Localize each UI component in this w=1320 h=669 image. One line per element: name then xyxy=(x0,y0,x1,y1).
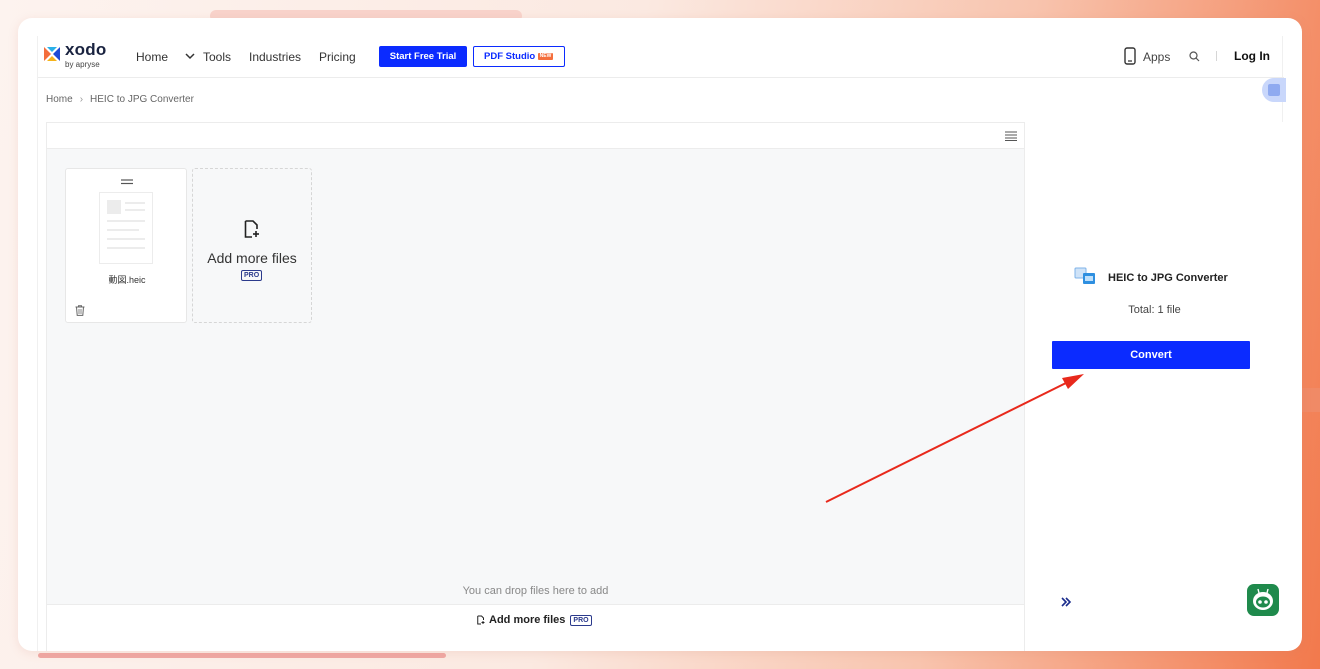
add-file-icon xyxy=(244,220,259,238)
converter-panel: HEIC to JPG Converter Total: 1 file Conv… xyxy=(1025,122,1284,651)
file-workspace[interactable]: 動図.heic Add more files PRO You can drop … xyxy=(46,122,1025,651)
xodo-logo[interactable]: xodo by apryse xyxy=(42,40,112,70)
trash-icon[interactable] xyxy=(75,305,85,316)
add-file-icon xyxy=(477,615,485,625)
pdf-studio-button[interactable]: PDF Studio NEW xyxy=(473,46,565,67)
converter-icon xyxy=(1074,267,1095,284)
search-icon[interactable] xyxy=(1189,51,1200,62)
background-bar xyxy=(38,653,446,658)
convert-button[interactable]: Convert xyxy=(1052,341,1250,369)
logo-wordmark: xodo xyxy=(65,40,107,59)
browser-window: xodo by apryse Home Tools Industries Pri… xyxy=(18,18,1302,651)
file-card[interactable]: 動図.heic xyxy=(65,168,187,323)
nav-industries[interactable]: Industries xyxy=(249,50,301,64)
drop-hint: You can drop files here to add xyxy=(462,585,609,597)
phone-icon[interactable] xyxy=(1124,47,1136,65)
add-more-files-card[interactable]: Add more files PRO xyxy=(192,168,312,323)
translate-widget-icon[interactable] xyxy=(1262,78,1286,102)
nav-tools[interactable]: Tools xyxy=(203,50,231,64)
pro-badge: PRO xyxy=(241,270,263,281)
xodo-logo-icon xyxy=(44,47,60,61)
start-free-trial-button[interactable]: Start Free Trial xyxy=(379,46,467,67)
drag-handle-icon[interactable] xyxy=(121,179,133,185)
footer-add-label: Add more files xyxy=(489,614,566,626)
add-more-files-label: Add more files xyxy=(207,250,297,266)
double-chevron-right-icon[interactable] xyxy=(1060,596,1072,608)
file-name: 動図.heic xyxy=(108,275,146,285)
log-in-link[interactable]: Log In xyxy=(1234,49,1270,63)
pdf-studio-label: PDF Studio xyxy=(484,51,536,62)
apps-link[interactable]: Apps xyxy=(1143,50,1170,64)
file-thumbnail xyxy=(99,192,153,264)
total-files: Total: 1 file xyxy=(1128,304,1181,316)
page: xodo by apryse Home Tools Industries Pri… xyxy=(37,36,1286,651)
header-divider xyxy=(1216,51,1217,61)
breadcrumb: Home › HEIC to JPG Converter xyxy=(46,94,194,105)
breadcrumb-home[interactable]: Home xyxy=(46,94,73,105)
breadcrumb-separator: › xyxy=(79,94,84,105)
logo-subtitle: by apryse xyxy=(65,60,100,69)
nav-pricing[interactable]: Pricing xyxy=(319,50,356,64)
chatbot-icon[interactable] xyxy=(1247,584,1279,616)
footer-add-more-files-button[interactable]: Add more files PRO xyxy=(477,614,592,626)
chevron-down-icon[interactable] xyxy=(184,50,196,62)
pro-badge: PRO xyxy=(570,615,592,626)
nav-home[interactable]: Home xyxy=(136,50,168,64)
breadcrumb-current: HEIC to JPG Converter xyxy=(90,94,194,105)
workspace-footer: Add more files PRO xyxy=(47,604,1024,651)
top-navigation: xodo by apryse Home Tools Industries Pri… xyxy=(38,36,1284,78)
list-view-icon[interactable] xyxy=(1005,131,1017,141)
converter-title: HEIC to JPG Converter xyxy=(1108,272,1228,284)
workspace-toolbar xyxy=(47,123,1024,149)
new-badge: NEW xyxy=(538,53,553,60)
